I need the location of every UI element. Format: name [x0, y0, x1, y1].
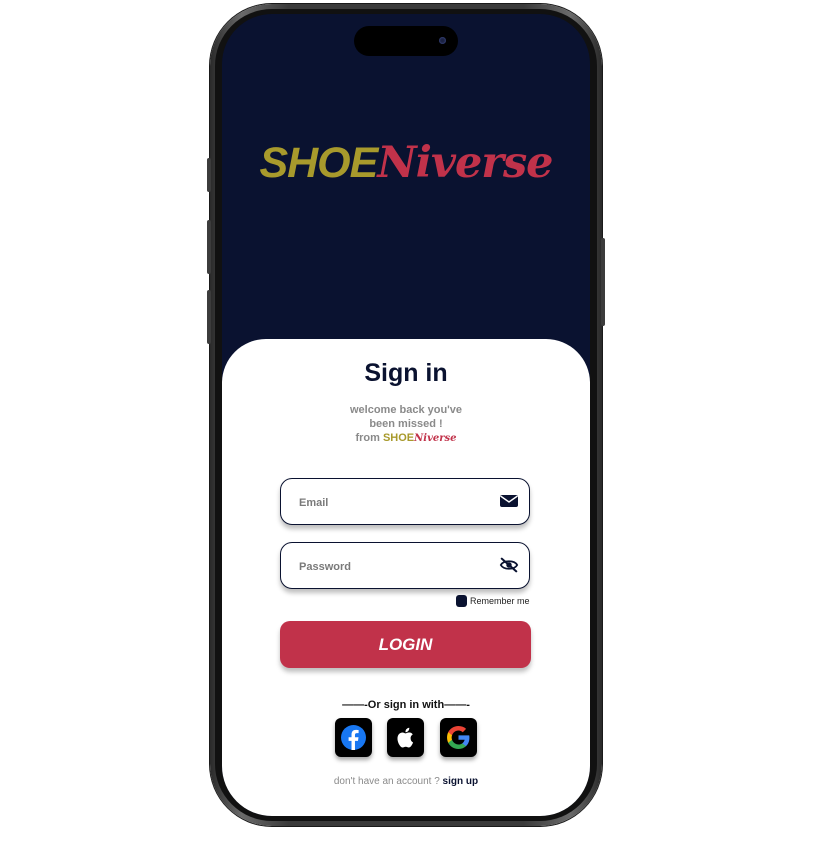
social-divider: ——-Or sign in with——- [342, 699, 470, 711]
app-screen: SHOENiverse Sign in welcome back you've … [222, 14, 590, 816]
page-title: Sign in [364, 359, 448, 387]
action-button [207, 158, 211, 192]
google-icon [447, 726, 470, 749]
camera-icon [439, 37, 446, 44]
signup-link[interactable]: sign up [443, 776, 479, 787]
remember-me[interactable]: Remember me [456, 595, 530, 607]
email-input[interactable] [297, 479, 491, 526]
remember-checkbox[interactable] [456, 595, 467, 607]
welcome-brand-part2: Niverse [414, 433, 457, 444]
email-field[interactable] [280, 478, 530, 526]
apple-login-button[interactable] [387, 718, 424, 757]
brand-logo-part2: Niverse [377, 138, 553, 188]
signup-prompt: don't have an account ? sign up [222, 776, 590, 787]
signin-sheet: Sign in welcome back you've been missed … [222, 339, 590, 816]
volume-up-button [207, 220, 211, 274]
password-input[interactable] [297, 543, 491, 590]
welcome-brand-part1: SHOE [382, 432, 415, 444]
signup-prompt-text: don't have an account ? [333, 776, 443, 787]
envelope-icon [500, 495, 518, 507]
welcome-line-3: from SHOENiverse [222, 431, 590, 446]
welcome-message: welcome back you've been missed ! from S… [222, 403, 590, 446]
facebook-icon [341, 725, 366, 750]
volume-down-button [207, 290, 211, 344]
remember-label: Remember me [470, 596, 530, 606]
password-field[interactable] [280, 542, 530, 590]
facebook-login-button[interactable] [335, 718, 372, 757]
apple-icon [397, 727, 414, 748]
eye-slash-icon[interactable] [499, 556, 519, 574]
login-button[interactable]: LOGIN [280, 621, 531, 668]
social-login-row [335, 718, 477, 758]
google-login-button[interactable] [440, 718, 477, 757]
dynamic-island [354, 26, 458, 56]
welcome-from: from [355, 432, 383, 444]
brand-logo-part1: SHOE [259, 139, 378, 187]
power-button [601, 238, 605, 326]
brand-logo: SHOENiverse [222, 138, 590, 188]
welcome-line-1: welcome back you've [349, 404, 463, 416]
welcome-line-2: been missed ! [369, 418, 443, 430]
